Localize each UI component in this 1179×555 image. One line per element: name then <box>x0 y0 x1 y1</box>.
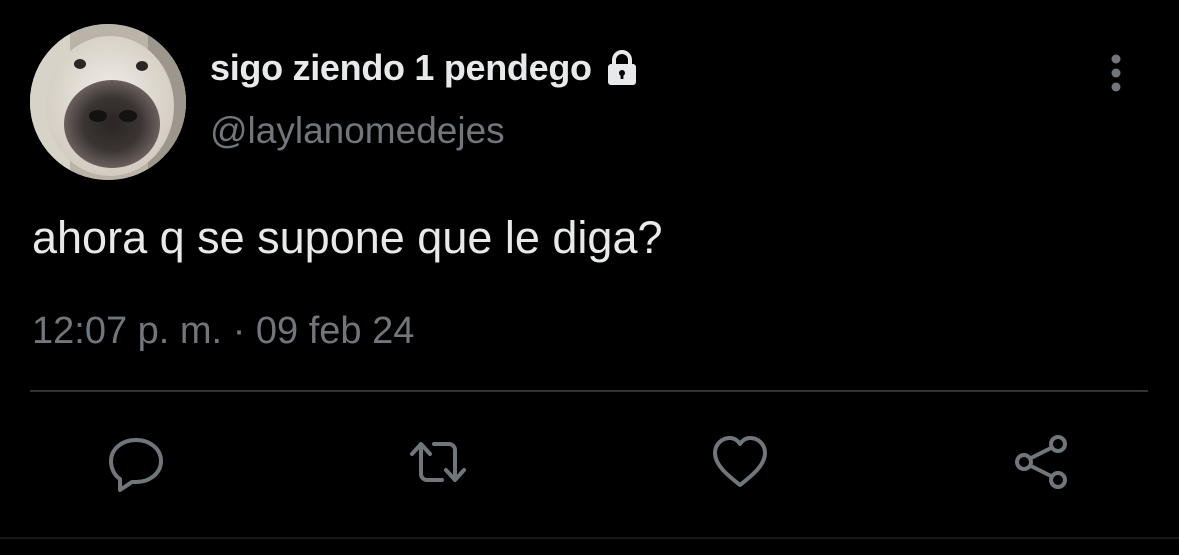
share-icon <box>1012 432 1072 497</box>
tweet-time[interactable]: 12:07 p. m. <box>32 310 222 352</box>
retweet-icon <box>408 432 468 497</box>
like-button[interactable] <box>710 434 770 494</box>
tweet-text: ahora q se supone que le diga? <box>32 212 663 263</box>
lock-icon <box>602 48 642 88</box>
separator-dot: · <box>232 310 246 352</box>
heart-icon <box>710 432 770 497</box>
share-button[interactable] <box>1012 434 1072 494</box>
username-handle[interactable]: @laylanomedejes <box>210 110 505 152</box>
reply-button[interactable] <box>106 434 166 494</box>
more-vertical-icon <box>1110 53 1122 98</box>
retweet-button[interactable] <box>408 434 468 494</box>
more-options-button[interactable] <box>1096 52 1136 98</box>
tweet-date[interactable]: 09 feb 24 <box>256 310 414 352</box>
divider <box>30 390 1148 392</box>
display-name[interactable]: sigo ziendo 1 pendego <box>210 47 592 89</box>
timestamp-row: 12:07 p. m. · 09 feb 24 <box>32 310 414 353</box>
avatar[interactable] <box>30 24 186 180</box>
bottom-divider <box>0 537 1179 539</box>
display-name-row: sigo ziendo 1 pendego <box>210 44 642 92</box>
reply-icon <box>106 432 166 497</box>
